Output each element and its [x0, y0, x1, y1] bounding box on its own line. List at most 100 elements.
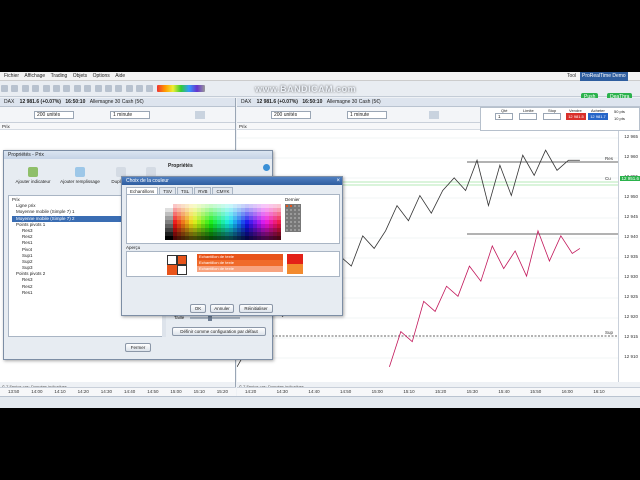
option-50pts[interactable]: 50 pts — [614, 109, 625, 114]
recent-swatches[interactable] — [285, 204, 303, 232]
left-chart-subbar: 200 unités 1 minute — [0, 107, 235, 123]
y-tick-label: 12 935 — [624, 254, 638, 259]
left-timeframe-select[interactable]: 1 minute — [110, 111, 150, 119]
close-icon[interactable]: × — [336, 178, 340, 184]
y-tick-label: 12 940 — [624, 234, 638, 239]
add-indicator-button[interactable]: Ajouter indicateur — [12, 167, 54, 184]
right-settings-icon[interactable] — [429, 111, 439, 119]
menu-trading[interactable]: Trading — [51, 72, 68, 81]
left-symbol[interactable]: DAX — [4, 99, 14, 105]
x-tick-label: 15:50 — [530, 389, 542, 394]
x-tick-label: 14:50 — [147, 389, 159, 394]
toolbar-channel-icon[interactable] — [94, 85, 102, 92]
x-tick-label: 14:20 — [245, 389, 257, 394]
right-instrument-name: Allemagne 30 Cash (5€) — [326, 99, 381, 105]
preview-swatch-3 — [167, 265, 177, 275]
x-tick-label: 14:50 — [340, 389, 352, 394]
toolbar-magnet-icon[interactable] — [125, 85, 133, 92]
x-tick-label: 15:00 — [371, 389, 383, 394]
y-tick-label: 12 920 — [624, 314, 638, 319]
current-price-tag: 12 951.6 — [620, 176, 640, 181]
tab-rvb[interactable]: RVB — [194, 187, 212, 194]
right-price: 12 981.6 (+0.07%) — [256, 99, 298, 105]
color-swatch[interactable] — [277, 236, 281, 240]
tab-tsv[interactable]: TSV — [159, 187, 177, 194]
close-button[interactable]: Fermer — [125, 343, 151, 352]
right-chart-subbar: 200 unités 1 minute Qté 1 Limite Stop Ve… — [237, 107, 640, 131]
left-units-select[interactable]: 200 unités — [34, 111, 74, 119]
x-tick-label: 14:00 — [31, 389, 43, 394]
color-swatch-grid[interactable] — [165, 204, 281, 240]
x-tick-label: 14:10 — [54, 389, 66, 394]
preview-color-small — [287, 264, 303, 274]
x-tick-label: 15:10 — [193, 389, 205, 394]
sell-button[interactable]: 12 981.5 — [566, 113, 586, 120]
limit-input[interactable] — [519, 113, 537, 120]
toolbar-lock-icon[interactable] — [136, 85, 144, 92]
reset-button[interactable]: Réinitialiser — [239, 304, 273, 313]
cancel-button[interactable]: Annuler — [210, 304, 234, 313]
price-series-red — [389, 229, 581, 368]
right-units-select[interactable]: 200 unités — [271, 111, 311, 119]
toolbar-pen-icon[interactable] — [104, 85, 112, 92]
left-x-axis: 13:50 14:00 14:10 14:20 14:30 14:40 14:50 15:00… — [0, 387, 236, 396]
properties-title: Propriétés - Prix — [4, 151, 272, 159]
left-price: 12 981.6 (+0.07%) — [19, 99, 61, 105]
add-fill-button[interactable]: Ajouter remplissage — [58, 167, 102, 184]
tool-label[interactable]: Tool — [567, 72, 576, 81]
x-tick-label: 15:00 — [170, 389, 182, 394]
toolbar-ellipse-icon[interactable] — [73, 85, 81, 92]
tab-echantillons[interactable]: Echantillons — [126, 187, 159, 194]
set-default-button[interactable]: Définir comme configuration par défaut — [172, 327, 266, 336]
platform-label: ProRealTime Demo — [580, 72, 628, 81]
left-settings-icon[interactable] — [195, 111, 205, 119]
menu-objets[interactable]: Objets — [73, 72, 87, 81]
menu-options[interactable]: Options — [93, 72, 110, 81]
x-tick-label: 16:00 — [561, 389, 573, 394]
preview-swatch-1 — [167, 255, 177, 265]
toolbar-cursor-icon[interactable] — [1, 85, 8, 92]
buy-button[interactable]: 12 981.7 — [588, 113, 608, 120]
label-sup: Sup — [605, 330, 614, 335]
menu-affichage[interactable]: Affichage — [24, 72, 45, 81]
status-bar — [0, 396, 640, 408]
preview-swatch-4 — [177, 265, 187, 275]
tab-cmyk[interactable]: CMYK — [212, 187, 234, 194]
add-fill-icon — [75, 167, 85, 177]
menu-fichier[interactable]: Fichier — [4, 72, 19, 81]
option-10pts[interactable]: 10 pts — [614, 116, 625, 121]
x-tick-label: 14:30 — [100, 389, 113, 394]
left-time: 16:50:10 — [65, 99, 86, 105]
preview-swatch-2 — [177, 255, 187, 265]
right-timeframe-select[interactable]: 1 minute — [347, 111, 387, 119]
label-res: Res — [605, 156, 614, 161]
toolbar-hline-icon[interactable] — [32, 85, 40, 92]
x-tick-label: 15:20 — [435, 389, 447, 394]
x-tick-label: 15:20 — [216, 389, 229, 394]
stop-input[interactable] — [543, 113, 561, 120]
toolbar-arrow-icon[interactable] — [84, 85, 92, 92]
left-panel-label: Prix — [0, 123, 235, 130]
toolbar-text-icon[interactable] — [42, 85, 50, 92]
left-instrument-name: Allemagne 30 Cash (5€) — [89, 99, 144, 105]
toolbar-zoom-icon[interactable] — [11, 85, 19, 92]
right-time: 16:50:10 — [302, 99, 323, 105]
recent-swatch[interactable] — [297, 228, 301, 232]
toolbar-palette-icon[interactable] — [156, 85, 205, 92]
toolbar-eraser-icon[interactable] — [115, 85, 123, 92]
x-tick-label: 14:40 — [308, 389, 320, 394]
right-symbol[interactable]: DAX — [241, 99, 251, 105]
size-slider[interactable] — [190, 317, 240, 319]
toolbar-fib-icon[interactable] — [52, 85, 60, 92]
help-icon[interactable] — [263, 164, 270, 171]
qty-input[interactable]: 1 — [495, 113, 513, 120]
menu-aide[interactable]: Aide — [115, 72, 125, 81]
preview-text-3: Echantillon de texte — [197, 266, 283, 272]
toolbar-rect-icon[interactable] — [63, 85, 71, 92]
toolbar-line-icon[interactable] — [21, 85, 29, 92]
tab-tsl[interactable]: TSL — [177, 187, 194, 194]
ok-button[interactable]: OK — [190, 304, 206, 313]
toolbar-trash-icon[interactable] — [146, 85, 154, 92]
label-cu: Cu — [605, 176, 611, 181]
properties-right-title: Propriétés — [168, 163, 193, 169]
